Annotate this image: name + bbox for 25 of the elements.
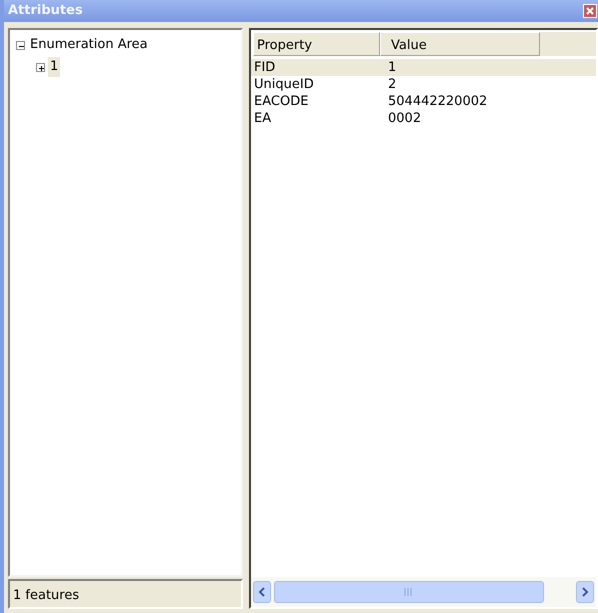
table-row[interactable]: EACODE 504442220002 bbox=[251, 93, 596, 110]
scroll-thumb[interactable] bbox=[274, 581, 544, 603]
close-icon bbox=[586, 7, 594, 15]
table-cell-text: UniqueID bbox=[253, 76, 315, 93]
collapse-icon[interactable] bbox=[16, 40, 25, 50]
table-cell-text: 504442220002 bbox=[387, 93, 488, 110]
table-cell-text: EACODE bbox=[253, 93, 310, 110]
table-row[interactable]: UniqueID 2 bbox=[251, 76, 596, 93]
table-cell-text: 0002 bbox=[387, 110, 422, 127]
column-header[interactable]: Value bbox=[380, 32, 540, 56]
table-cell-text: EA bbox=[253, 110, 272, 127]
scroll-right-button[interactable] bbox=[576, 581, 594, 603]
tree-item[interactable]: Enumeration Area bbox=[28, 35, 150, 55]
table-row[interactable]: EA 0002 bbox=[251, 110, 596, 127]
table-cell-text: FID bbox=[253, 59, 276, 76]
table-cell-text: 2 bbox=[387, 76, 398, 93]
table-cell-text: 1 bbox=[387, 59, 398, 76]
window-title: Attributes bbox=[8, 2, 83, 20]
tree-item[interactable]: 1 bbox=[48, 57, 60, 77]
expand-icon[interactable] bbox=[36, 62, 45, 72]
scroll-left-button[interactable] bbox=[253, 581, 271, 603]
status-text: 1 features bbox=[8, 579, 243, 609]
table-row[interactable]: FID 1 bbox=[251, 59, 596, 76]
column-header[interactable]: Property bbox=[253, 32, 380, 56]
close-button[interactable] bbox=[583, 4, 597, 18]
